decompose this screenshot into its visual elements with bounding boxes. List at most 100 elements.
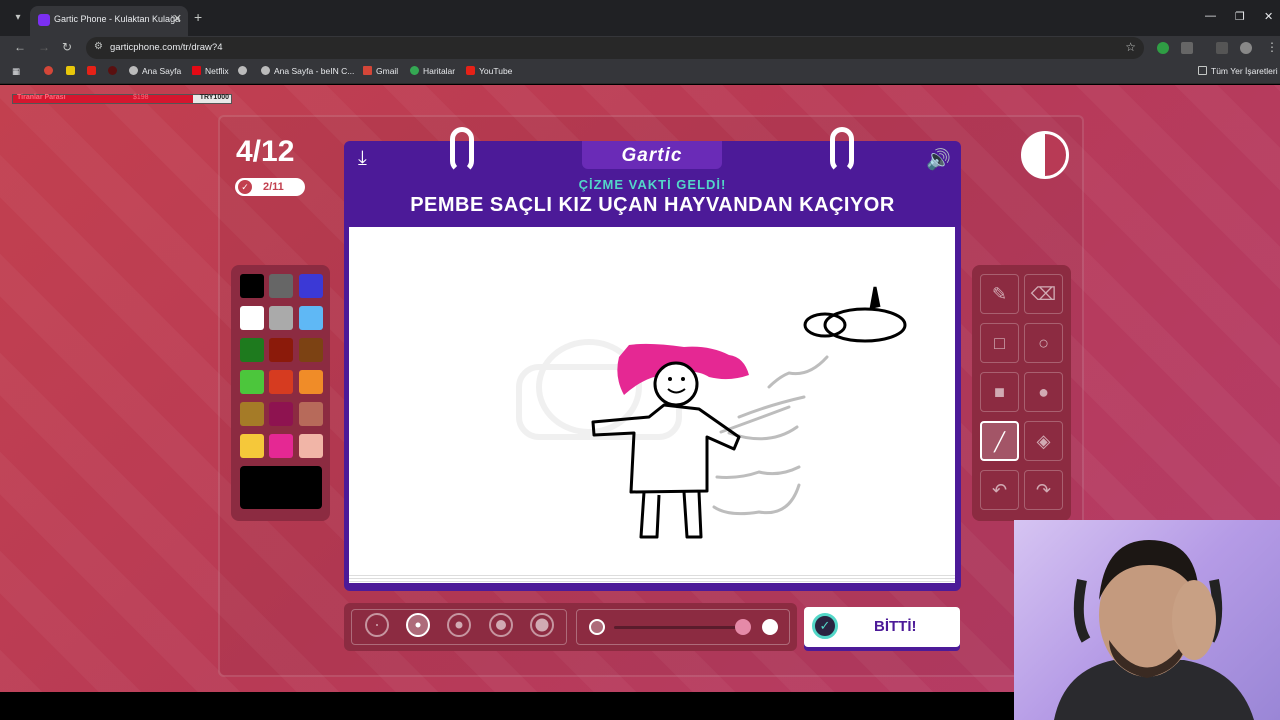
donation-goal: TRY1000: [199, 94, 229, 101]
bookmark-netflix[interactable]: Netflix: [192, 66, 229, 76]
line-icon: ╱: [994, 432, 1005, 452]
browser-tab-bar: ▾ Gartic Phone - Kulaktan Kulağa ✕ + — ❐…: [0, 0, 1280, 36]
gartic-favicon-icon: [38, 14, 50, 26]
color-swatch[interactable]: [299, 434, 323, 458]
brush-size-4[interactable]: [489, 613, 513, 637]
close-window-icon[interactable]: ✕: [1264, 10, 1273, 23]
color-swatch[interactable]: [269, 370, 293, 394]
brush-size-1[interactable]: [365, 613, 389, 637]
color-swatch[interactable]: [240, 402, 264, 426]
color-swatch[interactable]: [269, 434, 293, 458]
more-menu-icon[interactable]: ⋮: [1266, 40, 1278, 54]
ellipse-fill-tool[interactable]: ●: [1024, 372, 1063, 412]
color-swatch[interactable]: [240, 274, 264, 298]
color-swatch[interactable]: [299, 370, 323, 394]
logo-banner: Gartic: [582, 141, 722, 169]
brush-settings-bar: [344, 603, 797, 651]
color-swatch[interactable]: [299, 338, 323, 362]
forward-icon[interactable]: →: [38, 40, 50, 54]
extensions-puzzle-icon[interactable]: [1181, 42, 1193, 54]
color-swatch[interactable]: [269, 402, 293, 426]
donation-value: $198: [133, 94, 149, 101]
ellipse-outline-tool[interactable]: ○: [1024, 323, 1063, 363]
bookmark-youtube[interactable]: YouTube: [466, 66, 512, 76]
pencil-icon: ✎: [991, 284, 1008, 304]
bookmark-star-icon[interactable]: ☆: [1125, 40, 1136, 54]
bookmark-yellow-icon[interactable]: [66, 66, 79, 76]
back-icon[interactable]: ←: [14, 40, 26, 54]
rectangle-outline-tool[interactable]: □: [980, 323, 1019, 363]
done-button[interactable]: ✓ BİTTİ!: [804, 607, 960, 647]
all-bookmarks-folder[interactable]: Tüm Yer İşaretleri: [1198, 66, 1278, 76]
color-swatch[interactable]: [299, 306, 323, 330]
webcam-overlay: [1014, 520, 1280, 720]
brush-size-5[interactable]: [530, 613, 554, 637]
bookmark-dark-icon[interactable]: [108, 66, 121, 76]
browser-toolbar: ← → ↻ ⚙ garticphone.com/tr/draw?4 ☆ ⋮: [0, 36, 1280, 60]
apps-grid-icon[interactable]: ▦: [12, 66, 20, 77]
brush-size-3[interactable]: [447, 613, 471, 637]
binder-ring-left: [450, 127, 474, 173]
check-icon: ✓: [238, 180, 252, 194]
drawing-prompt: PEMBE SAÇLI KIZ UÇAN HAYVANDAN KAÇIYOR: [410, 194, 895, 216]
undo-button[interactable]: ↶: [980, 470, 1019, 510]
drawing-canvas[interactable]: [349, 227, 955, 573]
gartic-logo: Gartic: [621, 145, 683, 166]
close-tab-icon[interactable]: ✕: [173, 12, 182, 25]
url-text: garticphone.com/tr/draw?4: [110, 42, 223, 53]
game-header: ⤓ 🔊 Gartic ÇİZME VAKTİ GELDİ! PEMBE SAÇL…: [344, 127, 961, 225]
bookmark-maps[interactable]: Haritalar: [410, 66, 455, 76]
donation-goal-bar: Tiranlar Parası $198 TRY1000: [12, 94, 232, 104]
site-info-icon[interactable]: ⚙: [94, 41, 103, 52]
download-icon[interactable]: ⤓: [358, 147, 367, 170]
bookmark-gmail-icon[interactable]: [44, 66, 57, 76]
bucket-tool[interactable]: ◈: [1024, 421, 1063, 461]
eraser-tool[interactable]: ⌫: [1024, 274, 1063, 314]
contrast-toggle-button[interactable]: [1021, 131, 1069, 179]
bookmark-gmail[interactable]: Gmail: [363, 66, 398, 76]
color-swatch[interactable]: [240, 306, 264, 330]
color-swatch[interactable]: [269, 338, 293, 362]
tab-search-chevron-icon[interactable]: ▾: [8, 9, 28, 27]
minimize-icon[interactable]: —: [1205, 10, 1216, 22]
wind-strokes: [712, 355, 829, 516]
color-swatch[interactable]: [240, 370, 264, 394]
brush-size-2[interactable]: [406, 613, 430, 637]
extension-shield-icon[interactable]: [1157, 42, 1169, 54]
color-swatch[interactable]: [269, 274, 293, 298]
reload-icon[interactable]: ↻: [62, 40, 72, 54]
pencil-tool[interactable]: ✎: [980, 274, 1019, 314]
browser-tab[interactable]: Gartic Phone - Kulaktan Kulağa ✕: [30, 6, 188, 36]
bookmark-ana-sayfa[interactable]: Ana Sayfa: [129, 66, 181, 76]
bookmark-bein[interactable]: Ana Sayfa - beIN C...: [261, 66, 354, 76]
players-done-badge: ✓ 2/11: [235, 178, 305, 196]
bookmark-youtube-icon[interactable]: [87, 66, 100, 76]
donation-label: Tiranlar Parası: [17, 94, 66, 101]
ellipse-fill-icon: ●: [1038, 382, 1049, 402]
rectangle-fill-tool[interactable]: ■: [980, 372, 1019, 412]
new-tab-icon[interactable]: +: [194, 9, 202, 25]
color-swatch[interactable]: [240, 338, 264, 362]
sound-icon[interactable]: 🔊: [926, 147, 951, 172]
rectangle-fill-icon: ■: [994, 382, 1005, 402]
restore-icon[interactable]: ❐: [1235, 10, 1245, 23]
round-counter: 4/12: [236, 135, 295, 168]
color-swatch[interactable]: [240, 434, 264, 458]
undo-icon: ↶: [991, 480, 1008, 500]
rectangle-outline-icon: □: [994, 333, 1005, 353]
color-swatch[interactable]: [299, 402, 323, 426]
media-controls-icon[interactable]: [1216, 42, 1228, 54]
opacity-slider-handle[interactable]: [735, 619, 751, 635]
redo-button[interactable]: ↷: [1024, 470, 1063, 510]
ellipse-outline-icon: ○: [1038, 333, 1049, 353]
profile-avatar-icon[interactable]: [1240, 42, 1252, 54]
canvas-frame: [344, 225, 961, 591]
line-tool[interactable]: ╱: [980, 421, 1019, 461]
opacity-max-icon: [762, 619, 778, 635]
address-bar[interactable]: ⚙ garticphone.com/tr/draw?4 ☆: [86, 37, 1144, 59]
opacity-slider-track[interactable]: [614, 626, 746, 629]
color-swatch[interactable]: [269, 306, 293, 330]
opacity-min-icon: [589, 619, 605, 635]
bookmark-globe-icon[interactable]: [238, 66, 251, 76]
color-swatch[interactable]: [299, 274, 323, 298]
